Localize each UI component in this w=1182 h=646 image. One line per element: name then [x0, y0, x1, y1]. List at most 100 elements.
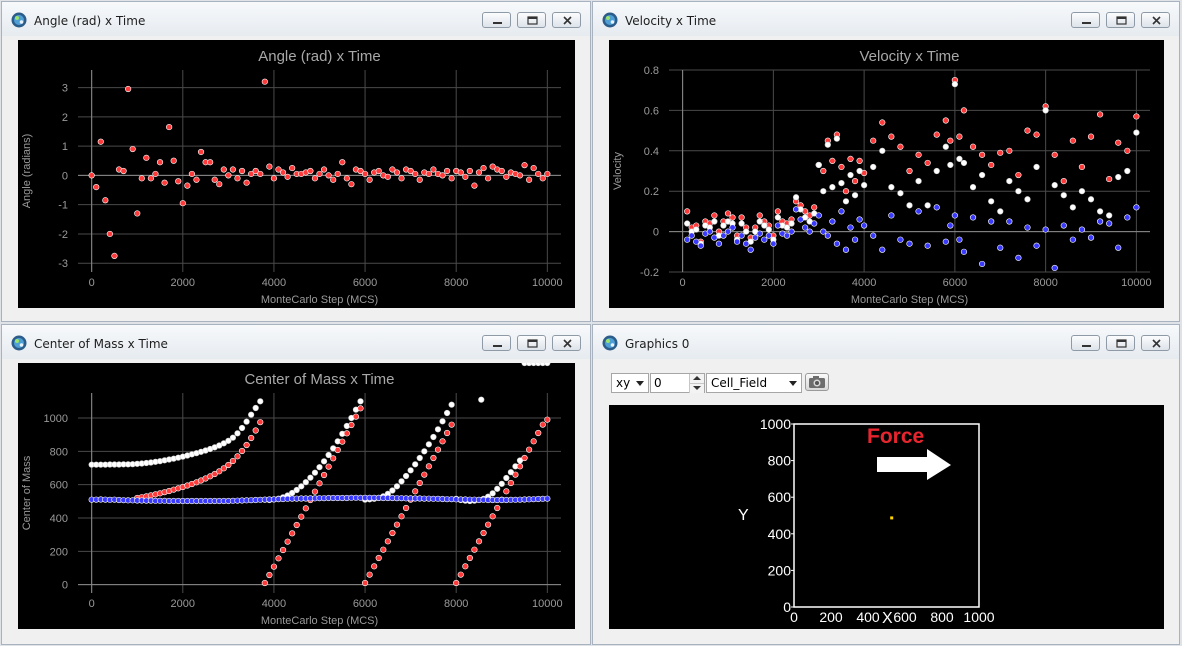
data-point	[1042, 226, 1049, 233]
field-select[interactable]: Cell_Field	[706, 373, 802, 393]
data-point	[375, 167, 382, 175]
titlebar[interactable]: Angle (rad) x Time	[2, 2, 590, 36]
data-point	[1115, 139, 1122, 146]
maximize-button[interactable]	[517, 12, 546, 28]
data-point	[357, 398, 364, 405]
data-point	[979, 171, 986, 179]
minimize-button[interactable]	[1071, 335, 1100, 351]
data-point	[1133, 113, 1140, 120]
velocity-plot[interactable]: Velocity x Time 0 2000 4000 6000 8000 10000 -0.…	[609, 40, 1164, 308]
data-point	[752, 234, 759, 241]
camera-icon	[809, 376, 825, 388]
data-point	[997, 244, 1004, 251]
cell-field-view[interactable]: Force Y 1000 800 600 400 200 0 0 200 400 600 800 1…	[609, 405, 1164, 629]
data-point	[969, 143, 977, 150]
data-point	[856, 167, 863, 175]
data-point	[774, 214, 782, 221]
x-tick-label: 4000	[852, 277, 876, 289]
data-point	[302, 479, 309, 486]
data-point	[439, 438, 446, 445]
data-point	[478, 396, 485, 403]
data-point	[933, 131, 940, 138]
data-point	[475, 538, 483, 545]
compucell-app-icon	[11, 335, 27, 351]
data-point	[956, 236, 963, 243]
data-point	[188, 170, 196, 178]
y-ticks: 10008006004002000	[760, 416, 794, 615]
data-point	[257, 419, 264, 426]
data-point	[471, 546, 478, 553]
spin-up-icon[interactable]	[689, 374, 704, 383]
compucell-app-icon	[602, 12, 618, 28]
data-point	[956, 133, 963, 140]
x-axis-label: MonteCarlo Step (MCS)	[261, 294, 378, 306]
data-point	[480, 164, 487, 172]
data-point	[343, 175, 350, 182]
close-button[interactable]	[552, 12, 581, 28]
window-title: Center of Mass x Time	[34, 337, 168, 351]
data-point	[484, 175, 492, 182]
close-button[interactable]	[1141, 12, 1170, 28]
data-point	[1033, 163, 1040, 171]
data-point	[530, 438, 537, 445]
data-point	[851, 178, 859, 185]
slice-value: 0	[654, 376, 662, 390]
data-point	[320, 166, 328, 173]
data-point	[815, 212, 822, 219]
minimize-button[interactable]	[482, 12, 511, 28]
data-point	[330, 455, 337, 462]
y-tick-label: 800	[768, 453, 792, 469]
data-point	[1096, 208, 1104, 215]
data-point	[389, 529, 396, 537]
data-point	[439, 172, 446, 179]
data-point	[1024, 224, 1031, 231]
titlebar[interactable]: Center of Mass x Time	[2, 325, 590, 359]
maximize-button[interactable]	[1106, 12, 1135, 28]
data-point	[316, 480, 323, 487]
x-tick-label: 2000	[171, 598, 195, 610]
data-point	[156, 159, 164, 166]
data-point	[243, 441, 250, 449]
data-point	[1069, 137, 1076, 144]
maximize-button[interactable]	[1106, 335, 1135, 351]
center-of-mass-plot[interactable]: Center of Mass x Time 0 2000 4000 6000 8000 10…	[18, 363, 575, 629]
x-tick-label: 800	[930, 609, 954, 625]
close-button[interactable]	[1141, 335, 1170, 351]
data-point	[384, 173, 391, 180]
data-point	[443, 409, 451, 417]
data-point	[471, 182, 478, 189]
y-axis-label: Angle (radians)	[21, 134, 33, 209]
data-point	[398, 478, 405, 485]
data-point	[838, 180, 845, 187]
plane-select[interactable]: xy	[611, 373, 649, 393]
data-point	[906, 202, 913, 209]
minimize-button[interactable]	[1071, 12, 1100, 28]
screenshot-button[interactable]	[805, 373, 829, 391]
titlebar[interactable]: Velocity x Time	[593, 2, 1179, 36]
close-button[interactable]	[552, 335, 581, 351]
y-tick-label: 0.8	[644, 65, 659, 77]
data-point	[833, 135, 840, 142]
y-tick-label: 200	[50, 546, 68, 558]
data-point	[833, 240, 840, 247]
data-point	[824, 232, 831, 239]
data-point	[380, 546, 387, 553]
data-point	[152, 170, 159, 178]
maximize-button[interactable]	[517, 335, 546, 351]
data-point	[138, 175, 145, 182]
x-tick-label: 8000	[444, 598, 468, 610]
data-point	[453, 579, 460, 587]
velocity-chart: Velocity x Time 0 2000 4000 6000 8000 10000 -0.…	[612, 48, 1152, 306]
angle-plot[interactable]: Angle (rad) x Time 0 2000 4000 6000 8000 10000…	[18, 40, 575, 308]
data-point	[924, 159, 931, 167]
minimize-button[interactable]	[482, 335, 511, 351]
data-point	[960, 159, 968, 167]
data-point	[421, 448, 428, 455]
data-point	[143, 154, 150, 161]
titlebar[interactable]: Graphics 0	[593, 325, 1179, 359]
slice-spinbox[interactable]: 0	[650, 373, 705, 393]
data-point	[339, 438, 346, 445]
data-point	[915, 151, 922, 158]
spin-down-icon[interactable]	[689, 383, 704, 393]
data-point	[270, 563, 278, 570]
